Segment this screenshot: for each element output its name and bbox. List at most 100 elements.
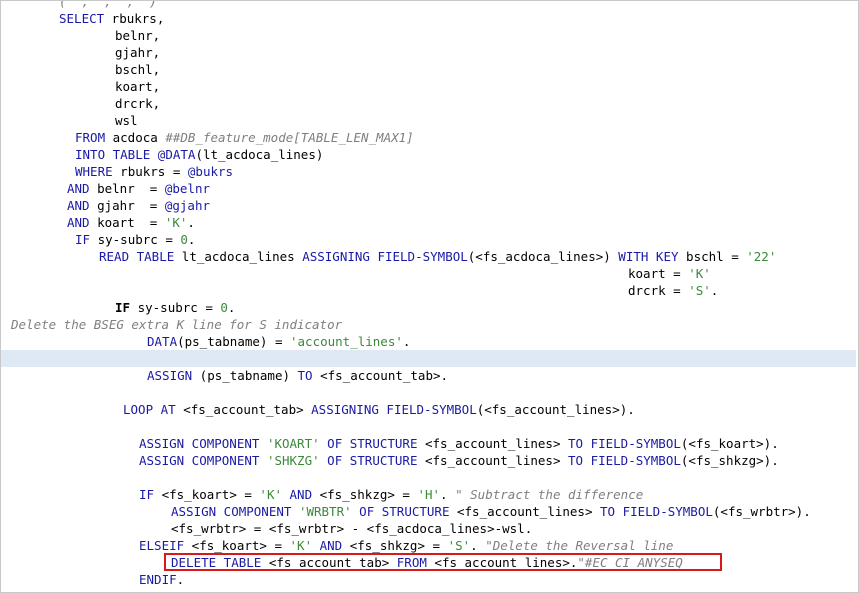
code-token: . (227, 300, 236, 315)
code-token: <fs_account_lines> (417, 453, 568, 468)
code-token: belnr, (115, 28, 161, 43)
code-line-22: ASSIGN (ps_tabname) TO <fs_account_tab>. (147, 367, 858, 384)
code-token: gjahr = (89, 198, 165, 213)
code-token: <fs_shkzg> = (312, 487, 418, 502)
code-token: 'KOART' (266, 436, 320, 451)
code-token: ASSIGN COMPONENT (171, 504, 292, 519)
code-line-31: ENDIF. (139, 571, 858, 588)
code-token: ( , , , ) (59, 0, 165, 9)
code-token: (ps_tabname) (192, 368, 298, 383)
code-token: acdoca (105, 130, 166, 145)
code-line-13: AND koart = 'K'. (67, 214, 858, 231)
code-token: <fs_shkzg> = (342, 538, 448, 553)
code-token: IF (115, 300, 131, 315)
code-token: ASSIGN (147, 368, 193, 383)
code-line-23: LOOP AT <fs_account_tab> ASSIGNING FIELD… (123, 401, 858, 418)
code-token: (<fs_account_lines>). (476, 402, 635, 417)
code-line-3: gjahr, (115, 44, 858, 61)
code-line-28: <fs_wrbtr> = <fs_wrbtr> - <fs_acdoca_lin… (171, 520, 858, 537)
code-token: . (176, 572, 185, 587)
code-token: '22' (746, 249, 777, 264)
code-token: ASSIGN COMPONENT (139, 453, 260, 468)
code-token: <fs_account_lines> (417, 436, 568, 451)
code-token: 'K' (688, 266, 711, 281)
code-token: AND (319, 538, 343, 553)
code-token: rbukrs = (112, 164, 188, 179)
code-line-4: bschl, (115, 61, 858, 78)
code-line-5: koart, (115, 78, 858, 95)
current-line[interactable] (1, 350, 856, 367)
code-token: ##DB_feature_mode[TABLE_LEN_MAX1] (165, 130, 414, 145)
code-token: @belnr (164, 181, 210, 196)
code-token: 'H' (417, 487, 441, 502)
code-token: TO FIELD-SYMBOL (568, 453, 681, 468)
code-token: 'SHKZG' (266, 453, 320, 468)
code-token: IF (75, 232, 91, 247)
code-token: AND (67, 215, 90, 230)
code-token: AND (67, 198, 90, 213)
code-line-6: drcrk, (115, 95, 858, 112)
code-token: ASSIGNING FIELD-SYMBOL (302, 249, 468, 264)
code-token: TO (297, 368, 313, 383)
code-line-8: FROM acdoca ##DB_feature_mode[TABLE_LEN_… (75, 129, 858, 146)
code-token: ASSIGN COMPONENT (139, 436, 260, 451)
code-line-18: IF sy-subrc = 0. (115, 299, 858, 316)
highlight-box (164, 553, 722, 571)
code-token: ASSIGNING FIELD-SYMBOL (311, 402, 477, 417)
code-line-15: READ TABLE lt_acdoca_lines ASSIGNING FIE… (99, 248, 858, 265)
code-token: 'K' (259, 487, 282, 502)
code-token: 'account_lines' (290, 334, 403, 349)
code-token: . (440, 487, 456, 502)
code-token: koart, (115, 79, 161, 94)
code-line-25: ASSIGN COMPONENT 'SHKZG' OF STRUCTURE <f… (139, 452, 858, 469)
code-token: WHERE (75, 164, 113, 179)
code-token: . (187, 232, 196, 247)
code-token: INTO TABLE (75, 147, 151, 162)
code-token: koart = (89, 215, 165, 230)
code-line-14: IF sy-subrc = 0. (75, 231, 858, 248)
code-token: "Delete the Reversal line (485, 538, 674, 553)
code-line-9: INTO TABLE @DATA(lt_acdoca_lines) (75, 146, 858, 163)
code-token: gjahr, (115, 45, 161, 60)
code-token: 'WRBTR' (298, 504, 352, 519)
code-token: wsl (115, 113, 138, 128)
code-line-24: ASSIGN COMPONENT 'KOART' OF STRUCTURE <f… (139, 435, 858, 452)
code-token: drcrk, (115, 96, 161, 111)
code-line-10: WHERE rbukrs = @bukrs (75, 163, 858, 180)
code-token: <fs_account_tab>. (312, 368, 449, 383)
code-token: (ps_tabname) = (177, 334, 290, 349)
code-token: . (470, 538, 486, 553)
code-token: <fs_koart> = (154, 487, 260, 502)
code-token: . (187, 215, 195, 230)
code-line-26: IF <fs_koart> = 'K' AND <fs_shkzg> = 'H'… (139, 486, 858, 503)
code-token: ELSEIF (139, 538, 185, 553)
code-token: TO FIELD-SYMBOL (600, 504, 713, 519)
code-token: (lt_acdoca_lines) (195, 147, 324, 162)
code-token: belnr = (89, 181, 165, 196)
code-token: AND (67, 181, 90, 196)
code-token: TO FIELD-SYMBOL (568, 436, 681, 451)
code-token: rbukrs, (104, 11, 165, 26)
code-token: 'S' (447, 538, 471, 553)
code-line-2: belnr, (115, 27, 858, 44)
code-token: ENDIF (139, 572, 177, 587)
code-token: FROM (75, 130, 106, 145)
code-token: 'K' (164, 215, 188, 230)
code-line-12: AND gjahr = @gjahr (67, 197, 858, 214)
code-token: 'S' (688, 283, 711, 298)
code-token: . (710, 283, 719, 298)
code-token: 0 (220, 300, 228, 315)
code-editor[interactable]: ( , , , ) SELECT rbukrs, belnr, gjahr, b… (0, 0, 859, 593)
code-token: @gjahr (164, 198, 210, 213)
code-line-27: ASSIGN COMPONENT 'WRBTR' OF STRUCTURE <f… (171, 503, 858, 520)
code-token: DATA (147, 334, 178, 349)
code-line-17: drcrk = 'S'. (628, 282, 858, 299)
code-line-29: ELSEIF <fs_koart> = 'K' AND <fs_shkzg> =… (139, 537, 858, 554)
code-token: Delete the BSEG extra K line for S indic… (11, 317, 343, 332)
code-token: <fs_koart> = (184, 538, 290, 553)
code-token: 'K' (289, 538, 313, 553)
